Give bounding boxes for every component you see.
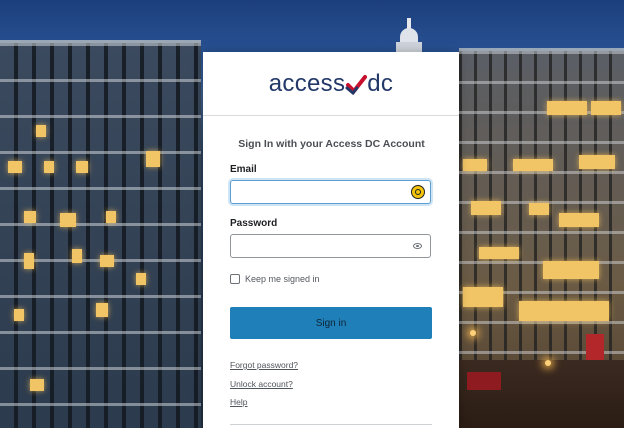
left-building [0,40,201,428]
password-label: Password [230,218,278,229]
street [459,360,624,428]
street-lamp [470,330,476,336]
sign-in-button[interactable]: Sign in [230,307,432,339]
login-form: Sign In with your Access DC Account Emai… [203,138,459,407]
help-links: Forgot password? Unlock account? Help [230,360,433,407]
email-field[interactable] [230,180,431,204]
unlock-account-link[interactable]: Unlock account? [230,379,433,389]
keep-signed-in-checkbox[interactable] [230,274,240,284]
street-lamp [545,360,551,366]
help-link[interactable]: Help [230,397,433,407]
logo-text-dc: dc [367,69,394,97]
capitol-dome [394,18,424,54]
password-field[interactable] [230,234,431,258]
forgot-password-link[interactable]: Forgot password? [230,360,433,370]
keep-signed-in-row[interactable]: Keep me signed in [230,274,433,284]
footer-divider [230,424,432,425]
email-label: Email [230,164,257,175]
checkmark-logo-icon [345,74,368,95]
access-dc-logo: access dc [269,70,393,98]
logo-text-access: access [268,69,346,97]
keep-signed-in-label[interactable]: Keep me signed in [245,274,320,284]
card-header: access dc [203,52,459,116]
show-password-eye-icon[interactable] [413,243,422,249]
store-sign [586,334,604,360]
login-card: access dc Sign In with your Access DC Ac… [203,52,459,428]
form-title: Sign In with your Access DC Account [238,138,425,150]
keeper-password-manager-icon[interactable] [411,185,425,199]
truck [467,372,501,390]
